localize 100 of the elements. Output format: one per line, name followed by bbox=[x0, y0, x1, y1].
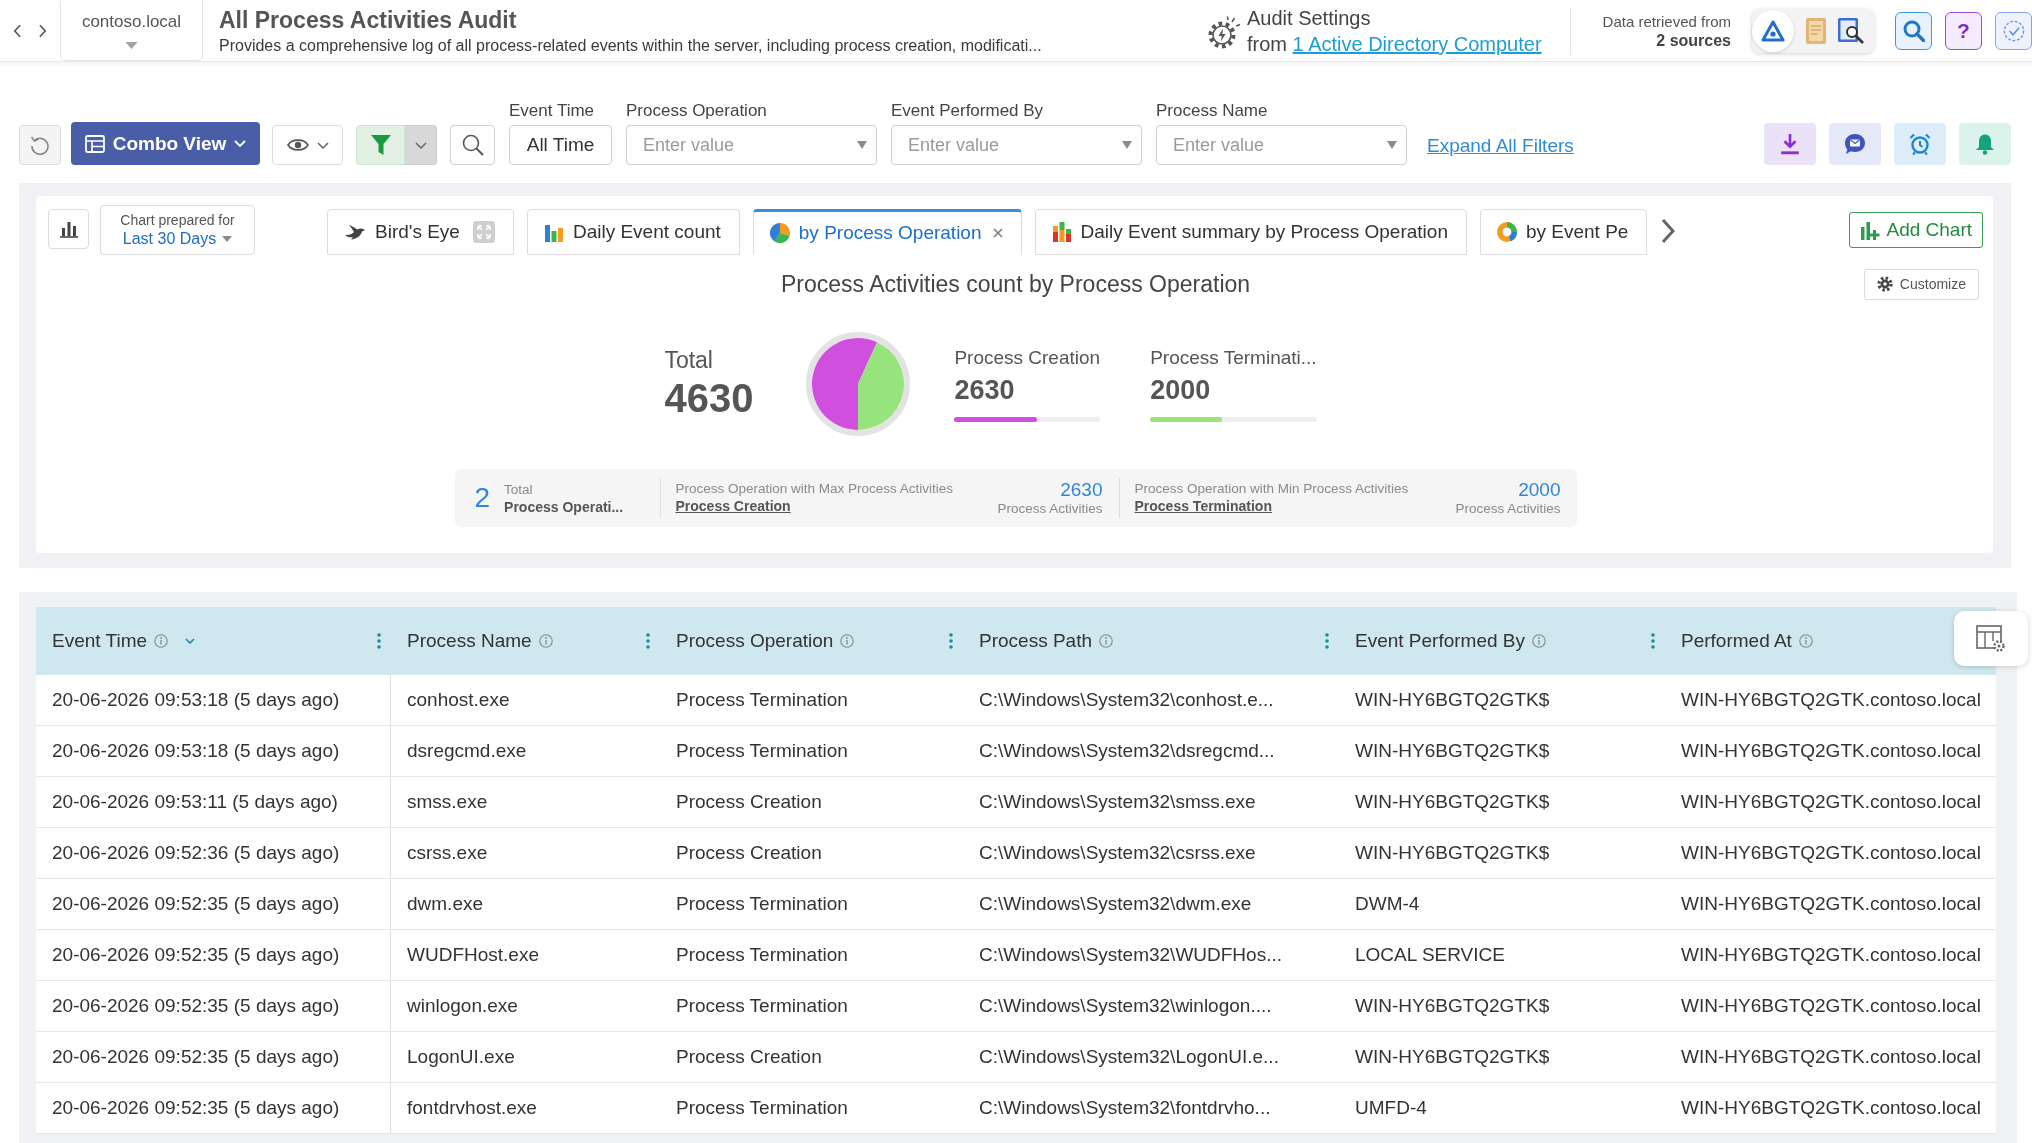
table-cell-text: LOCAL SERVICE bbox=[1354, 943, 1506, 967]
download-button[interactable] bbox=[1764, 123, 1816, 165]
chart-tab[interactable]: Daily Event count bbox=[526, 209, 740, 255]
search-icon bbox=[1902, 19, 1925, 42]
notification-button[interactable] bbox=[1959, 123, 2011, 165]
close-icon[interactable] bbox=[992, 228, 1003, 238]
page-description: Provides a comprehensive log of all process-related events within the server, including process creation, modificati... bbox=[219, 35, 1043, 56]
chart-tab[interactable]: by Event Pe bbox=[1479, 209, 1648, 255]
chevron-down-icon[interactable] bbox=[185, 638, 196, 644]
search-icon bbox=[461, 134, 484, 156]
chevron-right-icon[interactable] bbox=[1661, 218, 1676, 244]
summary-caption: Process Operation with Max Process Activities bbox=[675, 480, 954, 497]
table-cell-text: Process Creation bbox=[675, 841, 823, 865]
table-cell-text: winlogon.exe bbox=[406, 994, 519, 1018]
table-cell-text: C:\Windows\System32\fontdrvho... bbox=[978, 1096, 1272, 1120]
chevron-down-icon bbox=[234, 140, 247, 147]
table-cell-text: C:\Windows\System32\csrss.exe bbox=[978, 841, 1257, 865]
chevron-left-icon[interactable] bbox=[13, 23, 21, 38]
table-cell-text: WIN-HY6BGTQ2GTK.contoso.local bbox=[1680, 790, 1982, 814]
dashed-circle-check-icon bbox=[2002, 19, 2025, 42]
summary-count: 2 bbox=[474, 482, 491, 514]
kebab-menu-icon[interactable] bbox=[377, 633, 381, 649]
add-chart-button[interactable]: Add Chart bbox=[1849, 212, 1983, 248]
info-icon bbox=[1798, 634, 1813, 648]
caret-down-icon bbox=[1387, 141, 1397, 149]
time-range-button[interactable]: All Time bbox=[509, 125, 612, 165]
table-cell-text: WIN-HY6BGTQ2GTK.contoso.local bbox=[1680, 994, 1982, 1018]
table-cell-text: fontdrvhost.exe bbox=[406, 1096, 538, 1120]
table-cell: 20-06-2026 09:52:35 (5 days ago) bbox=[36, 879, 391, 929]
status-button[interactable] bbox=[1995, 11, 2032, 50]
legend-label: Process Terminati... bbox=[1150, 346, 1317, 370]
bell-icon bbox=[1974, 133, 1996, 155]
search-button[interactable] bbox=[1895, 11, 1932, 50]
alarm-clock-icon bbox=[1909, 133, 1931, 155]
table-cell-text: WIN-HY6BGTQ2GTK.contoso.local bbox=[1680, 892, 1982, 916]
chart-type-button[interactable] bbox=[48, 209, 89, 249]
filter-dropdown[interactable]: Enter value bbox=[1156, 125, 1407, 165]
table-cell-text: WIN-HY6BGTQ2GTK$ bbox=[1354, 1045, 1551, 1069]
table-cell-text: Process Termination bbox=[675, 943, 849, 967]
table-cell-text: C:\Windows\System32\WUDFHos... bbox=[978, 943, 1283, 967]
period-dropdown[interactable]: Chart prepared for Last 30 Days bbox=[100, 205, 255, 255]
kebab-menu-icon[interactable] bbox=[1651, 633, 1655, 649]
expand-filters-link[interactable]: Expand All Filters bbox=[1427, 135, 1574, 157]
summary-unit: Process Activities bbox=[997, 499, 1103, 517]
table-cell-text: WIN-HY6BGTQ2GTK.contoso.local bbox=[1680, 739, 1982, 763]
visibility-dropdown[interactable] bbox=[272, 125, 343, 165]
kebab-menu-icon[interactable] bbox=[1325, 633, 1329, 649]
caret-down-icon bbox=[125, 41, 138, 49]
search-button[interactable] bbox=[450, 125, 495, 165]
caret-down-icon bbox=[1122, 141, 1132, 149]
triangle-network-icon[interactable] bbox=[1752, 9, 1794, 52]
pie-chart-icon bbox=[769, 223, 790, 243]
table-cell: 20-06-2026 09:52:36 (5 days ago) bbox=[36, 828, 391, 878]
column-header[interactable]: Event Performed By bbox=[1355, 630, 1547, 652]
table-cell-text: conhost.exe bbox=[406, 688, 511, 712]
filter-dropdown[interactable]: Enter value bbox=[891, 125, 1142, 165]
column-header[interactable]: Performed At bbox=[1681, 630, 1813, 652]
info-icon bbox=[154, 634, 169, 648]
chart-tab[interactable]: by Process Operation bbox=[752, 209, 1022, 255]
summary-caption: Total bbox=[504, 480, 534, 498]
column-header[interactable]: Process Path bbox=[979, 630, 1113, 652]
audit-settings-title[interactable]: Audit Settings bbox=[1247, 4, 1542, 31]
summary-link[interactable]: Process Creation bbox=[675, 497, 954, 516]
domain-dropdown[interactable]: contoso.local bbox=[60, 0, 203, 61]
audit-source-text: from 1 Active Directory Computer bbox=[1247, 31, 1542, 57]
message-button[interactable] bbox=[1829, 123, 1881, 165]
kebab-menu-icon[interactable] bbox=[949, 633, 953, 649]
help-button[interactable]: ? bbox=[1945, 11, 1982, 50]
table-cell-text: smss.exe bbox=[406, 790, 489, 814]
gear-lightning-icon[interactable] bbox=[1207, 15, 1241, 50]
document-search-icon[interactable] bbox=[1838, 17, 1864, 44]
filter-label: Event Time bbox=[509, 101, 596, 121]
refresh-button[interactable] bbox=[19, 125, 61, 165]
summary-value: 2630 bbox=[1060, 479, 1103, 500]
kebab-menu-icon[interactable] bbox=[646, 633, 650, 649]
info-icon bbox=[1532, 634, 1547, 648]
table-cell-text: WIN-HY6BGTQ2GTK.contoso.local bbox=[1680, 1045, 1982, 1069]
column-settings-icon[interactable] bbox=[1954, 611, 2028, 666]
column-header[interactable]: Process Name bbox=[407, 630, 553, 652]
chart-tab[interactable]: Daily Event summary by Process Operation bbox=[1034, 209, 1467, 255]
summary-link[interactable]: Process Termination bbox=[1134, 497, 1409, 516]
table-cell-text: C:\Windows\System32\winlogon.... bbox=[978, 994, 1273, 1018]
table-cell-text: WIN-HY6BGTQ2GTK$ bbox=[1354, 994, 1551, 1018]
chart-tab[interactable]: Bird's Eye bbox=[327, 209, 514, 255]
table-view-icon bbox=[84, 134, 105, 153]
table-cell-text: C:\Windows\System32\dwm.exe bbox=[978, 892, 1253, 916]
customize-button[interactable]: Customize bbox=[1863, 268, 1979, 300]
alarm-button[interactable] bbox=[1894, 123, 1946, 165]
column-header[interactable]: Event Time bbox=[52, 630, 196, 652]
chevron-right-icon[interactable] bbox=[39, 23, 47, 38]
table-cell-text: csrss.exe bbox=[406, 841, 489, 865]
filter-menu-button[interactable] bbox=[405, 125, 437, 165]
table-cell: 20-06-2026 09:53:11 (5 days ago) bbox=[36, 777, 391, 827]
column-header[interactable]: Process Operation bbox=[676, 630, 855, 652]
filter-dropdown[interactable]: Enter value bbox=[626, 125, 877, 165]
sources-count: 2 sources bbox=[1656, 30, 1731, 50]
table-cell-text: Process Creation bbox=[675, 790, 823, 814]
combo-view-button[interactable]: Combo View bbox=[71, 122, 260, 165]
table-cell-text: C:\Windows\System32\conhost.e... bbox=[978, 688, 1275, 712]
filter-button[interactable] bbox=[356, 125, 405, 165]
